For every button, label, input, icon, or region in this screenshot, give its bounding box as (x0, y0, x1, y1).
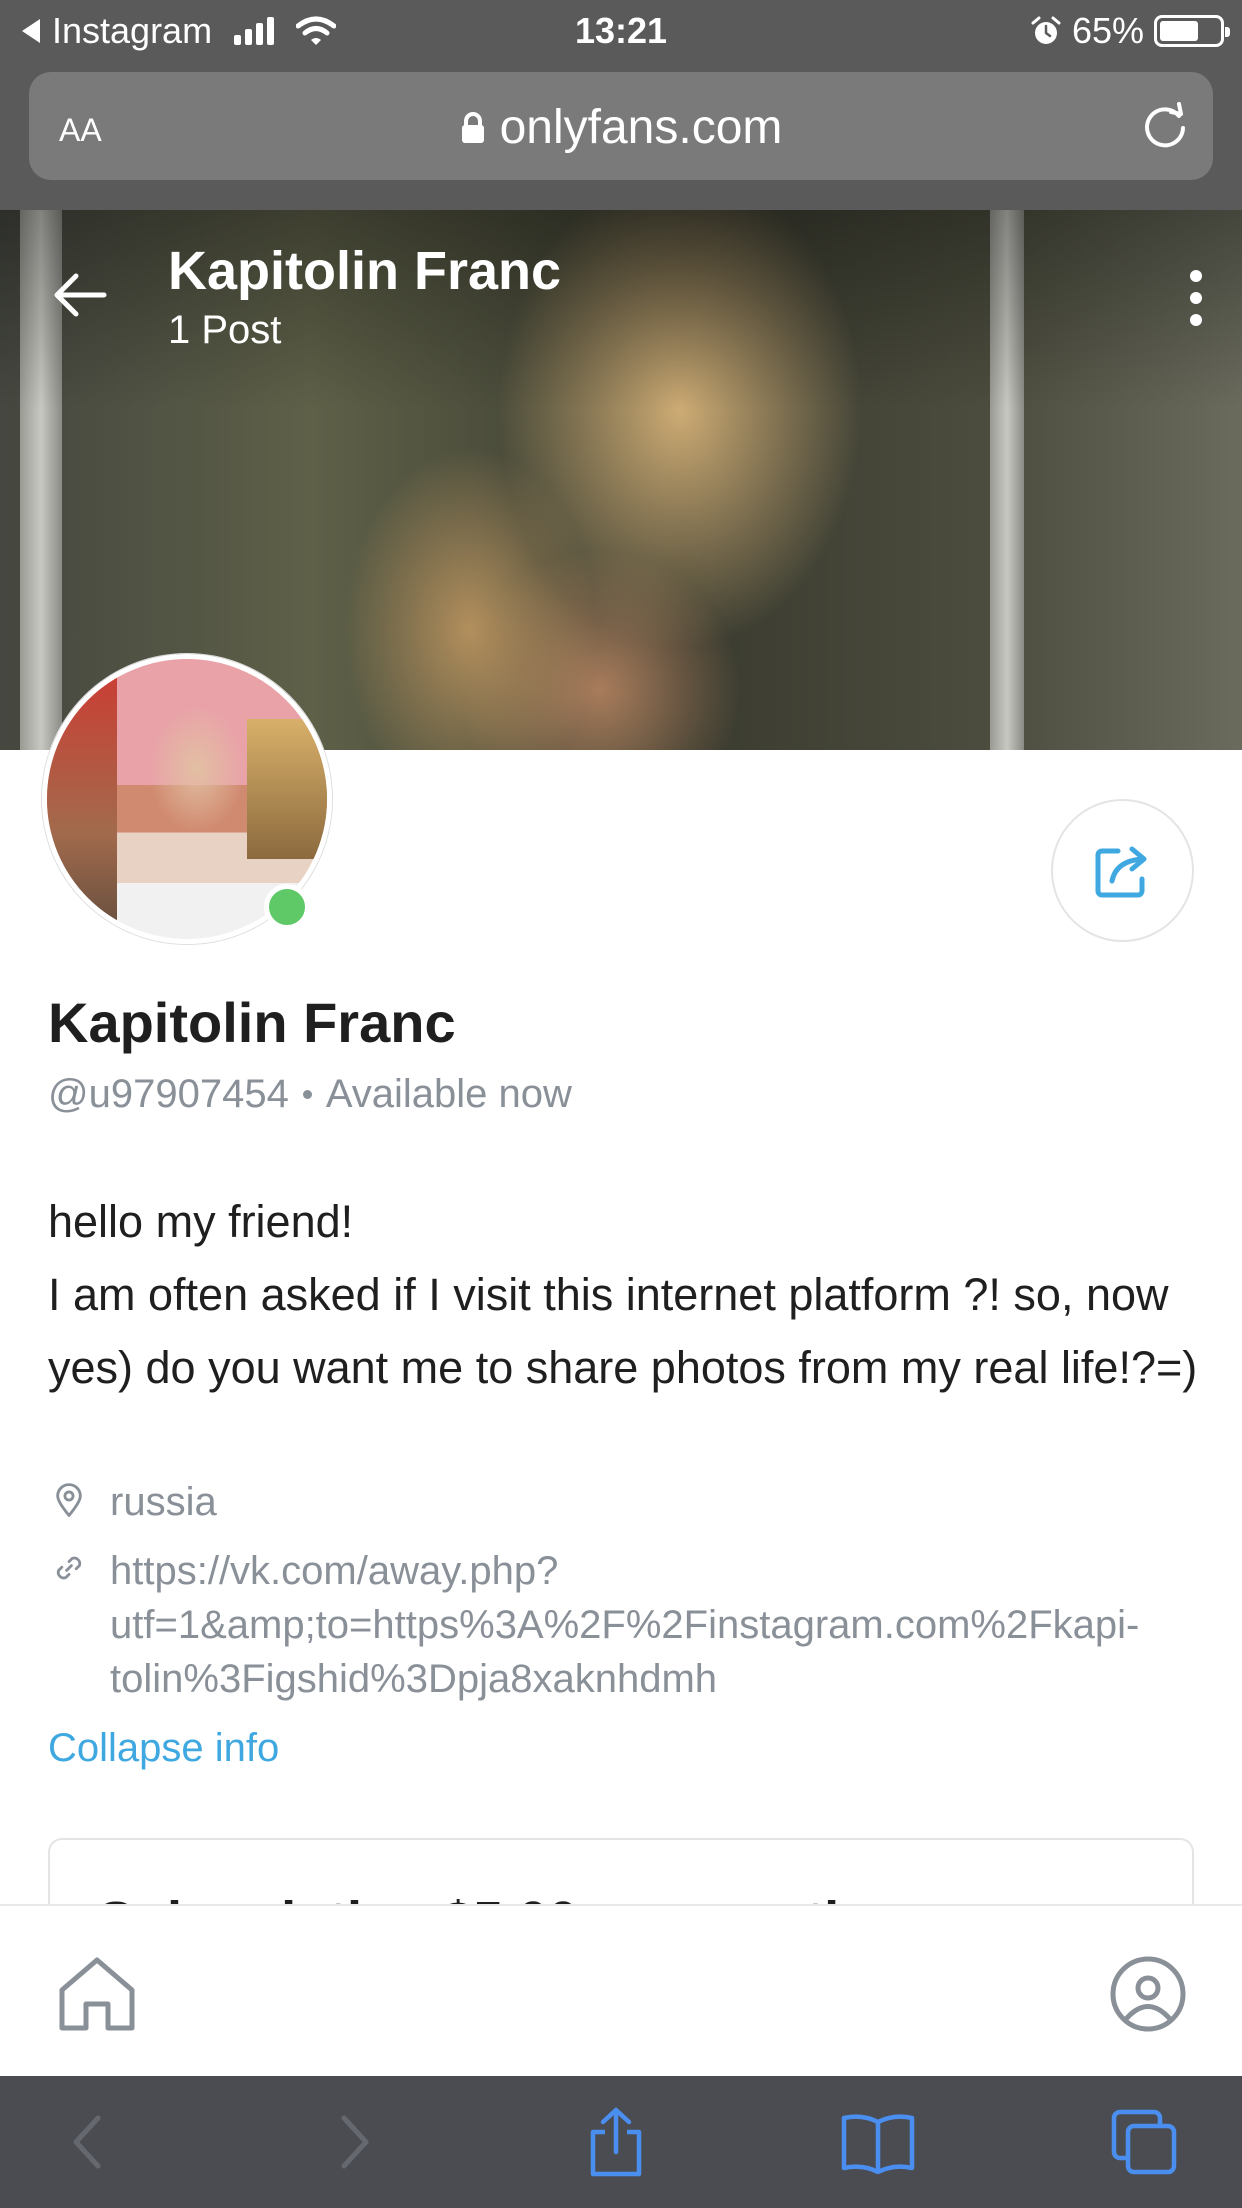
url-text: onlyfans.com (499, 101, 783, 154)
safari-toolbar (0, 2076, 1242, 2208)
location-text: russia (110, 1480, 217, 1524)
share-profile-button[interactable] (1051, 799, 1194, 942)
browser-back-button[interactable] (48, 2106, 128, 2178)
bio-line: I am often asked if I visit this interne… (48, 1269, 1198, 1393)
browser-forward-button[interactable] (314, 2106, 394, 2178)
battery-percent: 65% (1071, 10, 1144, 51)
battery-icon (1154, 15, 1230, 47)
url-field[interactable]: onlyfans.com (29, 100, 1213, 155)
battery-level (1160, 21, 1198, 41)
status-right: 65% (1030, 10, 1230, 52)
forward-chevron-icon (341, 2115, 369, 2169)
collapse-info-link[interactable]: Collapse info (48, 1726, 279, 1771)
tabs-icon (1111, 2109, 1177, 2175)
avatar-bg-left (47, 659, 117, 939)
share-icon (1095, 846, 1146, 897)
profile-name: Kapitolin Franc (48, 991, 456, 1054)
bio-line: hello my friend! (48, 1196, 354, 1247)
link-line: tolin%3Figshid%3Dpja8xaknhdmh (110, 1657, 718, 1701)
website-row[interactable]: https://vk.com/away.php? utf=1&amp;to=ht… (48, 1544, 1208, 1706)
status-bar: Instagram 13:21 65% (0, 0, 1242, 62)
app-bottom-nav (0, 1904, 1242, 2076)
address-bar[interactable]: AA onlyfans.com (29, 72, 1213, 180)
tabs-button[interactable] (1104, 2106, 1184, 2178)
availability-status: Available now (325, 1072, 572, 1116)
back-chevron-icon (73, 2115, 101, 2169)
location-pin-icon (56, 1483, 82, 1517)
online-status-dot (264, 884, 310, 930)
browser-top-chrome: Instagram 13:21 65% AA onlyfans.com (0, 0, 1242, 210)
more-vertical-icon[interactable] (1190, 270, 1202, 326)
separator-dot (302, 1090, 312, 1099)
share-icon (590, 2107, 642, 2177)
website-link[interactable]: https://vk.com/away.php? utf=1&amp;to=ht… (110, 1544, 1190, 1706)
back-arrow-icon[interactable] (52, 270, 108, 320)
header-post-count: 1 Post (168, 308, 282, 352)
bio: hello my friend! I am often asked if I v… (48, 1185, 1198, 1404)
share-page-button[interactable] (576, 2106, 656, 2178)
lock-icon (461, 111, 484, 143)
user-profile-icon[interactable] (1108, 1954, 1188, 2034)
username: @u97907454 (48, 1072, 289, 1116)
alarm-icon (1031, 16, 1061, 44)
bookmarks-button[interactable] (838, 2106, 918, 2178)
reload-icon[interactable] (1139, 100, 1191, 152)
bookmarks-icon (841, 2114, 915, 2174)
header-title: Kapitolin Franc (168, 241, 562, 301)
link-line: utf=1&amp;to=https%3A%2F%2Finstagram.com… (110, 1603, 1140, 1647)
home-icon[interactable] (54, 1954, 140, 2034)
link-icon (56, 1556, 82, 1580)
link-line: https://vk.com/away.php? (110, 1549, 559, 1593)
avatar-bg-right (247, 719, 327, 859)
location-row: russia (48, 1475, 217, 1529)
profile-meta: @u97907454 Available now (48, 1072, 572, 1117)
